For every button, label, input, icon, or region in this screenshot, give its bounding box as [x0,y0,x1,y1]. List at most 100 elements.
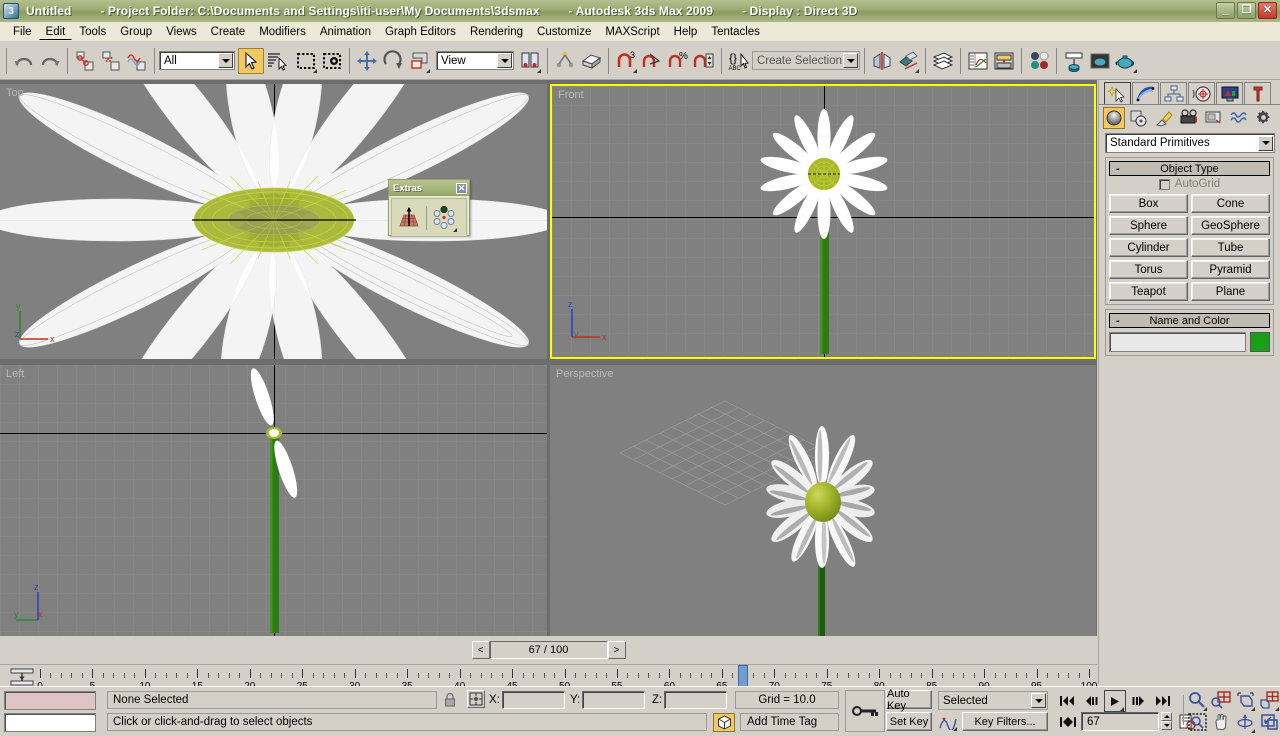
time-slider-value[interactable]: 67 / 100 [489,641,608,659]
menu-item-create[interactable]: Create [204,24,253,40]
window-crossing-icon[interactable] [319,48,345,74]
absolute-mode-transform-type-in-icon[interactable] [467,690,485,708]
menu-item-group[interactable]: Group [113,24,159,40]
schematic-view-icon[interactable] [991,48,1017,74]
menu-item-rendering[interactable]: Rendering [463,24,530,40]
object-button-torus[interactable]: Torus [1109,260,1188,279]
next-frame-arrow[interactable]: > [607,641,626,659]
autogrid-checkbox[interactable] [1158,178,1170,190]
object-button-tube[interactable]: Tube [1191,238,1270,257]
select-object-arrow-icon[interactable] [238,47,264,74]
shapes-icon[interactable] [1128,107,1150,129]
bind-to-space-warp-icon[interactable] [124,48,150,74]
key-filters-button[interactable]: Key Filters... [962,712,1048,731]
object-button-box[interactable]: Box [1109,194,1188,213]
mini-listener-pink[interactable] [4,691,96,710]
rendered-frame-window-icon[interactable] [1087,48,1113,74]
menu-item-tools[interactable]: Tools [72,24,113,40]
key-mode-toggle-icon[interactable] [845,690,885,732]
render-production-teapot-icon[interactable] [1113,48,1139,74]
command-tab-modify[interactable] [1132,82,1159,104]
menu-item-customize[interactable]: Customize [530,24,598,40]
spacing-tool-icon[interactable] [430,204,458,232]
z-field[interactable] [664,691,728,709]
spinner-snap-toggle-icon[interactable] [691,48,717,74]
current-frame-field[interactable]: 67 [1081,712,1159,731]
key-mode-toggle-playback-icon[interactable] [1058,712,1078,731]
mirror-icon[interactable] [869,48,895,74]
zoom-extents-icon[interactable] [1234,689,1256,711]
pan-view-hand-icon[interactable] [1210,711,1232,733]
selection-filter-combo[interactable]: All [159,51,235,70]
time-tag-cube-icon[interactable] [713,713,735,732]
align-icon[interactable] [895,48,921,74]
named-selection-sets-icon[interactable]: {} ABC [726,48,752,74]
select-and-manipulate-icon[interactable] [552,48,578,74]
next-frame-icon[interactable] [1128,690,1150,712]
layer-manager-icon[interactable] [930,48,956,74]
select-and-rotate-icon[interactable] [380,48,406,74]
arc-rotate-icon[interactable] [1234,711,1256,733]
object-button-cylinder[interactable]: Cylinder [1109,238,1188,257]
menu-item-edit[interactable]: Edit [38,23,73,40]
viewport-perspective-canvas[interactable]: Perspective [550,365,1096,640]
chevron-down-icon[interactable] [1258,135,1273,151]
menu-item-maxscript[interactable]: MAXScript [598,24,666,40]
menu-item-help[interactable]: Help [667,24,705,40]
track-bar[interactable]: 0510152025303540455055606570758085909510… [0,664,1097,692]
zoom-icon[interactable] [1186,689,1208,711]
object-button-pyramid[interactable]: Pyramid [1191,260,1270,279]
object-button-plane[interactable]: Plane [1191,282,1270,301]
spinner-up[interactable] [1161,712,1172,721]
x-field[interactable] [501,691,565,709]
close-icon[interactable]: ✕ [456,182,467,194]
array-icon[interactable] [395,204,423,232]
open-track-view-icon[interactable] [8,667,36,687]
angle-snap-toggle-icon[interactable] [639,48,665,74]
object-button-sphere[interactable]: Sphere [1109,216,1188,235]
unlink-selection-icon[interactable] [98,48,124,74]
geometry-sphere-icon[interactable] [1103,106,1125,129]
cameras-icon[interactable] [1178,107,1200,129]
field-of-view-region-zoom-icon[interactable] [1186,711,1208,733]
time-slider[interactable]: < 67 / 100 > [471,641,626,659]
menu-item-views[interactable]: Views [159,24,203,40]
object-button-cone[interactable]: Cone [1191,194,1270,213]
rollout-collapse-icon[interactable]: - [1116,315,1120,327]
extras-toolbar-floater[interactable]: Extras ✕ [388,179,470,237]
percent-snap-toggle-icon[interactable]: % [665,48,691,74]
use-pivot-point-center-icon[interactable] [517,48,543,74]
viewport-perspective[interactable]: Perspective [550,365,1096,640]
command-tab-create[interactable] [1104,82,1131,104]
select-and-link-icon[interactable] [72,48,98,74]
command-tab-utilities[interactable] [1244,82,1271,104]
lock-selection-icon[interactable] [443,692,457,708]
menu-item-graph-editors[interactable]: Graph Editors [378,24,463,40]
name-and-color-header[interactable]: - Name and Color [1109,313,1270,328]
viewport-front-canvas[interactable]: Front x z y [552,86,1094,357]
chevron-down-icon[interactable] [843,53,858,68]
lights-icon[interactable] [1153,107,1175,129]
object-name-input[interactable] [1109,332,1246,352]
go-to-start-icon[interactable] [1056,690,1078,712]
zoom-all-icon[interactable] [1210,689,1232,711]
named-selection-set-input[interactable]: Create Selection Set [752,51,860,70]
rollout-collapse-icon[interactable]: - [1116,163,1120,175]
redo-icon[interactable] [37,48,63,74]
add-time-tag-button[interactable]: Add Time Tag [740,713,839,731]
auto-key-button[interactable]: Auto Key [886,688,932,712]
select-and-scale-icon[interactable] [406,48,432,74]
material-editor-icon[interactable] [1026,48,1052,74]
curve-editor-icon[interactable] [965,48,991,74]
previous-frame-arrow[interactable]: < [471,641,490,659]
object-color-swatch[interactable] [1250,332,1270,352]
key-filter-set-combo[interactable]: Selected [938,691,1048,710]
command-tab-motion[interactable] [1188,82,1215,104]
close-button[interactable]: ✕ [1258,2,1277,19]
space-warps-icon[interactable] [1228,107,1250,129]
command-tab-display[interactable] [1216,82,1243,104]
render-setup-icon[interactable] [1061,48,1087,74]
zoom-extents-all-icon[interactable] [1258,689,1280,711]
time-slider-thumb[interactable] [737,665,748,687]
restore-button[interactable]: ❐ [1237,2,1256,19]
